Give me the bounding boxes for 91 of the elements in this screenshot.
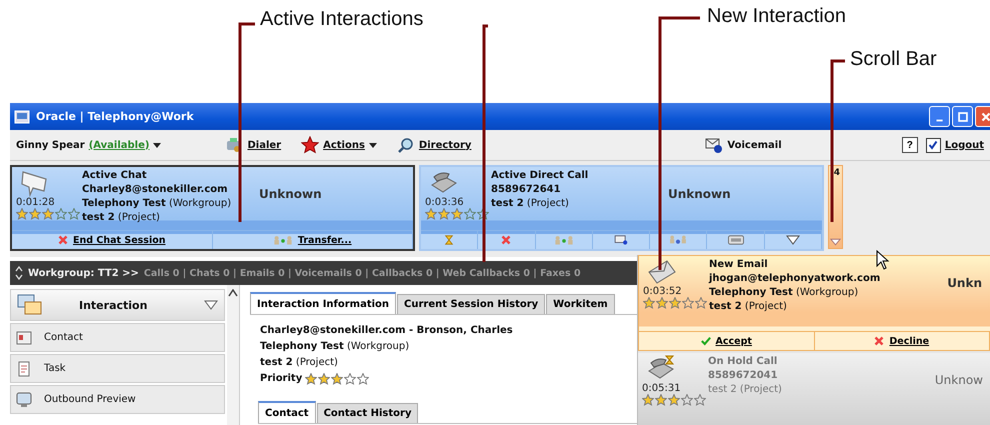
minimize-button[interactable] [929, 106, 950, 127]
card-action-button[interactable]: End Chat Session [12, 231, 212, 249]
star-icon[interactable] [301, 136, 320, 154]
people-icon [272, 235, 293, 245]
timer: 0:03:36 [425, 197, 464, 208]
interaction-card[interactable]: 0:05:31 On Hold Call 8589672041 test 2 (Project) Unknow [638, 353, 990, 425]
card-action-button[interactable]: Accept [639, 332, 814, 350]
toolbar-link[interactable]: Dialer [247, 140, 282, 150]
detail-text: Telephony Test (Workgroup) [260, 340, 410, 354]
card-action-button[interactable]: Decline [814, 332, 990, 350]
scroll-down-icon[interactable] [830, 238, 841, 246]
timer: 0:03:52 [643, 286, 682, 297]
status-text: Unkn [946, 276, 983, 292]
workgroup-label: Workgroup: TT2 >> [28, 268, 139, 278]
close-icon[interactable] [978, 110, 990, 124]
caret-icon[interactable] [368, 142, 377, 148]
envelope-icon [647, 258, 677, 286]
interaction-detail: Telephony Test (Workgroup) [709, 286, 860, 300]
card-icon [16, 330, 32, 346]
interaction-count: 4 [834, 168, 840, 178]
maximize-button[interactable] [952, 106, 973, 127]
toolbar-link[interactable]: Actions [323, 140, 365, 150]
tab[interactable]: Contact [258, 401, 316, 423]
window-title: Oracle | Telephony@Work [36, 110, 194, 123]
close-icon [58, 235, 68, 245]
sort-icon[interactable] [15, 266, 23, 280]
priority-label: Priority [260, 372, 302, 386]
interaction-detail: test 2 (Project) [709, 300, 788, 314]
envelope-icon [614, 235, 628, 245]
voicemail-label[interactable]: Voicemail [727, 140, 782, 150]
maximize-icon[interactable] [956, 110, 970, 124]
people-icon [668, 235, 688, 245]
mouse-cursor-icon [876, 250, 890, 270]
timer: 0:05:31 [642, 383, 681, 394]
interaction-detail: test 2 (Project) [491, 197, 570, 211]
magnifier-icon[interactable] [396, 136, 415, 154]
caret-icon[interactable] [153, 142, 162, 148]
sidebar-item[interactable]: Outbound Preview [10, 385, 225, 414]
keypad-icon [726, 235, 746, 245]
tab[interactable]: Contact History [316, 403, 418, 423]
card-action-button[interactable]: Transfer... [212, 231, 413, 249]
interaction-detail: 8589672041 [708, 369, 779, 383]
interaction-detail: test 2 (Project) [82, 211, 161, 225]
status-text: Unknown [668, 187, 732, 203]
status-text: Unknow [934, 373, 984, 389]
logout-link[interactable]: Logout [944, 140, 984, 150]
interaction-title: Active Chat [82, 169, 148, 183]
callout-label: New Interaction [707, 5, 846, 27]
status-text: Unknown [259, 187, 323, 203]
interaction-card[interactable]: 0:01:28 Active Chat Charley8@stonekiller.com Telephony Test (Workgroup) test 2 (Project) Unknown End Chat Session Transfer... [10, 165, 415, 251]
timer: 0:01:28 [16, 197, 55, 208]
envelope-icon[interactable] [705, 136, 724, 154]
callout-label: Active Interactions [260, 8, 424, 30]
close-icon [874, 336, 884, 346]
tab[interactable]: Workitem [546, 294, 615, 314]
callout-label: Scroll Bar [850, 48, 937, 70]
status-link[interactable]: (Available) [88, 140, 150, 150]
tab[interactable]: Current Session History [397, 294, 546, 314]
scroll-up-icon[interactable] [228, 289, 238, 297]
detail-text: test 2 (Project) [260, 356, 339, 370]
interaction-title: Active Direct Call [491, 169, 588, 183]
people-icon [554, 235, 574, 245]
dropdown-icon[interactable] [204, 300, 218, 310]
interaction-card[interactable]: 0:03:52 New Email jhogan@telephonyatwork.com Telephony Test (Workgroup) test 2 (Project) Unkn Accept Decline [638, 255, 990, 351]
queue-counters: Calls 0 | Chats 0 | Emails 0 | Voicemails 0 | Callbacks 0 | Web Callbacks 0 | Faxes 0 [144, 268, 581, 278]
app-icon [14, 108, 30, 124]
check-icon [700, 336, 711, 346]
hourglass-icon [444, 235, 454, 245]
notepad-icon [16, 360, 32, 376]
interaction-title: On Hold Call [708, 355, 778, 369]
toolbar-link[interactable]: Directory [418, 140, 472, 150]
windows-icon [17, 294, 43, 316]
monitor-icon [16, 392, 32, 408]
interaction-card[interactable]: 0:03:36 Active Direct Call 8589672641 test 2 (Project) Unknown [419, 165, 824, 251]
interaction-detail: Charley8@stonekiller.com [82, 183, 229, 197]
sidebar-header[interactable]: Interaction [10, 289, 225, 321]
close-icon [501, 235, 512, 245]
tab[interactable]: Interaction Information [250, 292, 396, 314]
close-button[interactable] [975, 106, 990, 127]
dropdown-icon [786, 235, 800, 245]
interaction-detail: jhogan@telephonyatwork.com [709, 272, 880, 286]
interaction-title: New Email [709, 258, 769, 272]
interaction-detail: Telephony Test (Workgroup) [82, 197, 232, 211]
sidebar-item[interactable]: Task [10, 354, 225, 383]
help-button[interactable]: ? [902, 137, 918, 153]
agent-name: Ginny Spear [16, 140, 85, 150]
detail-text: Charley8@stonekiller.com - Bronson, Charles [260, 324, 514, 338]
interaction-detail: 8589672641 [491, 183, 562, 197]
sidebar-item[interactable]: Contact [10, 323, 225, 352]
interaction-detail: test 2 (Project) [708, 383, 782, 397]
logout-checkbox[interactable] [926, 138, 941, 152]
